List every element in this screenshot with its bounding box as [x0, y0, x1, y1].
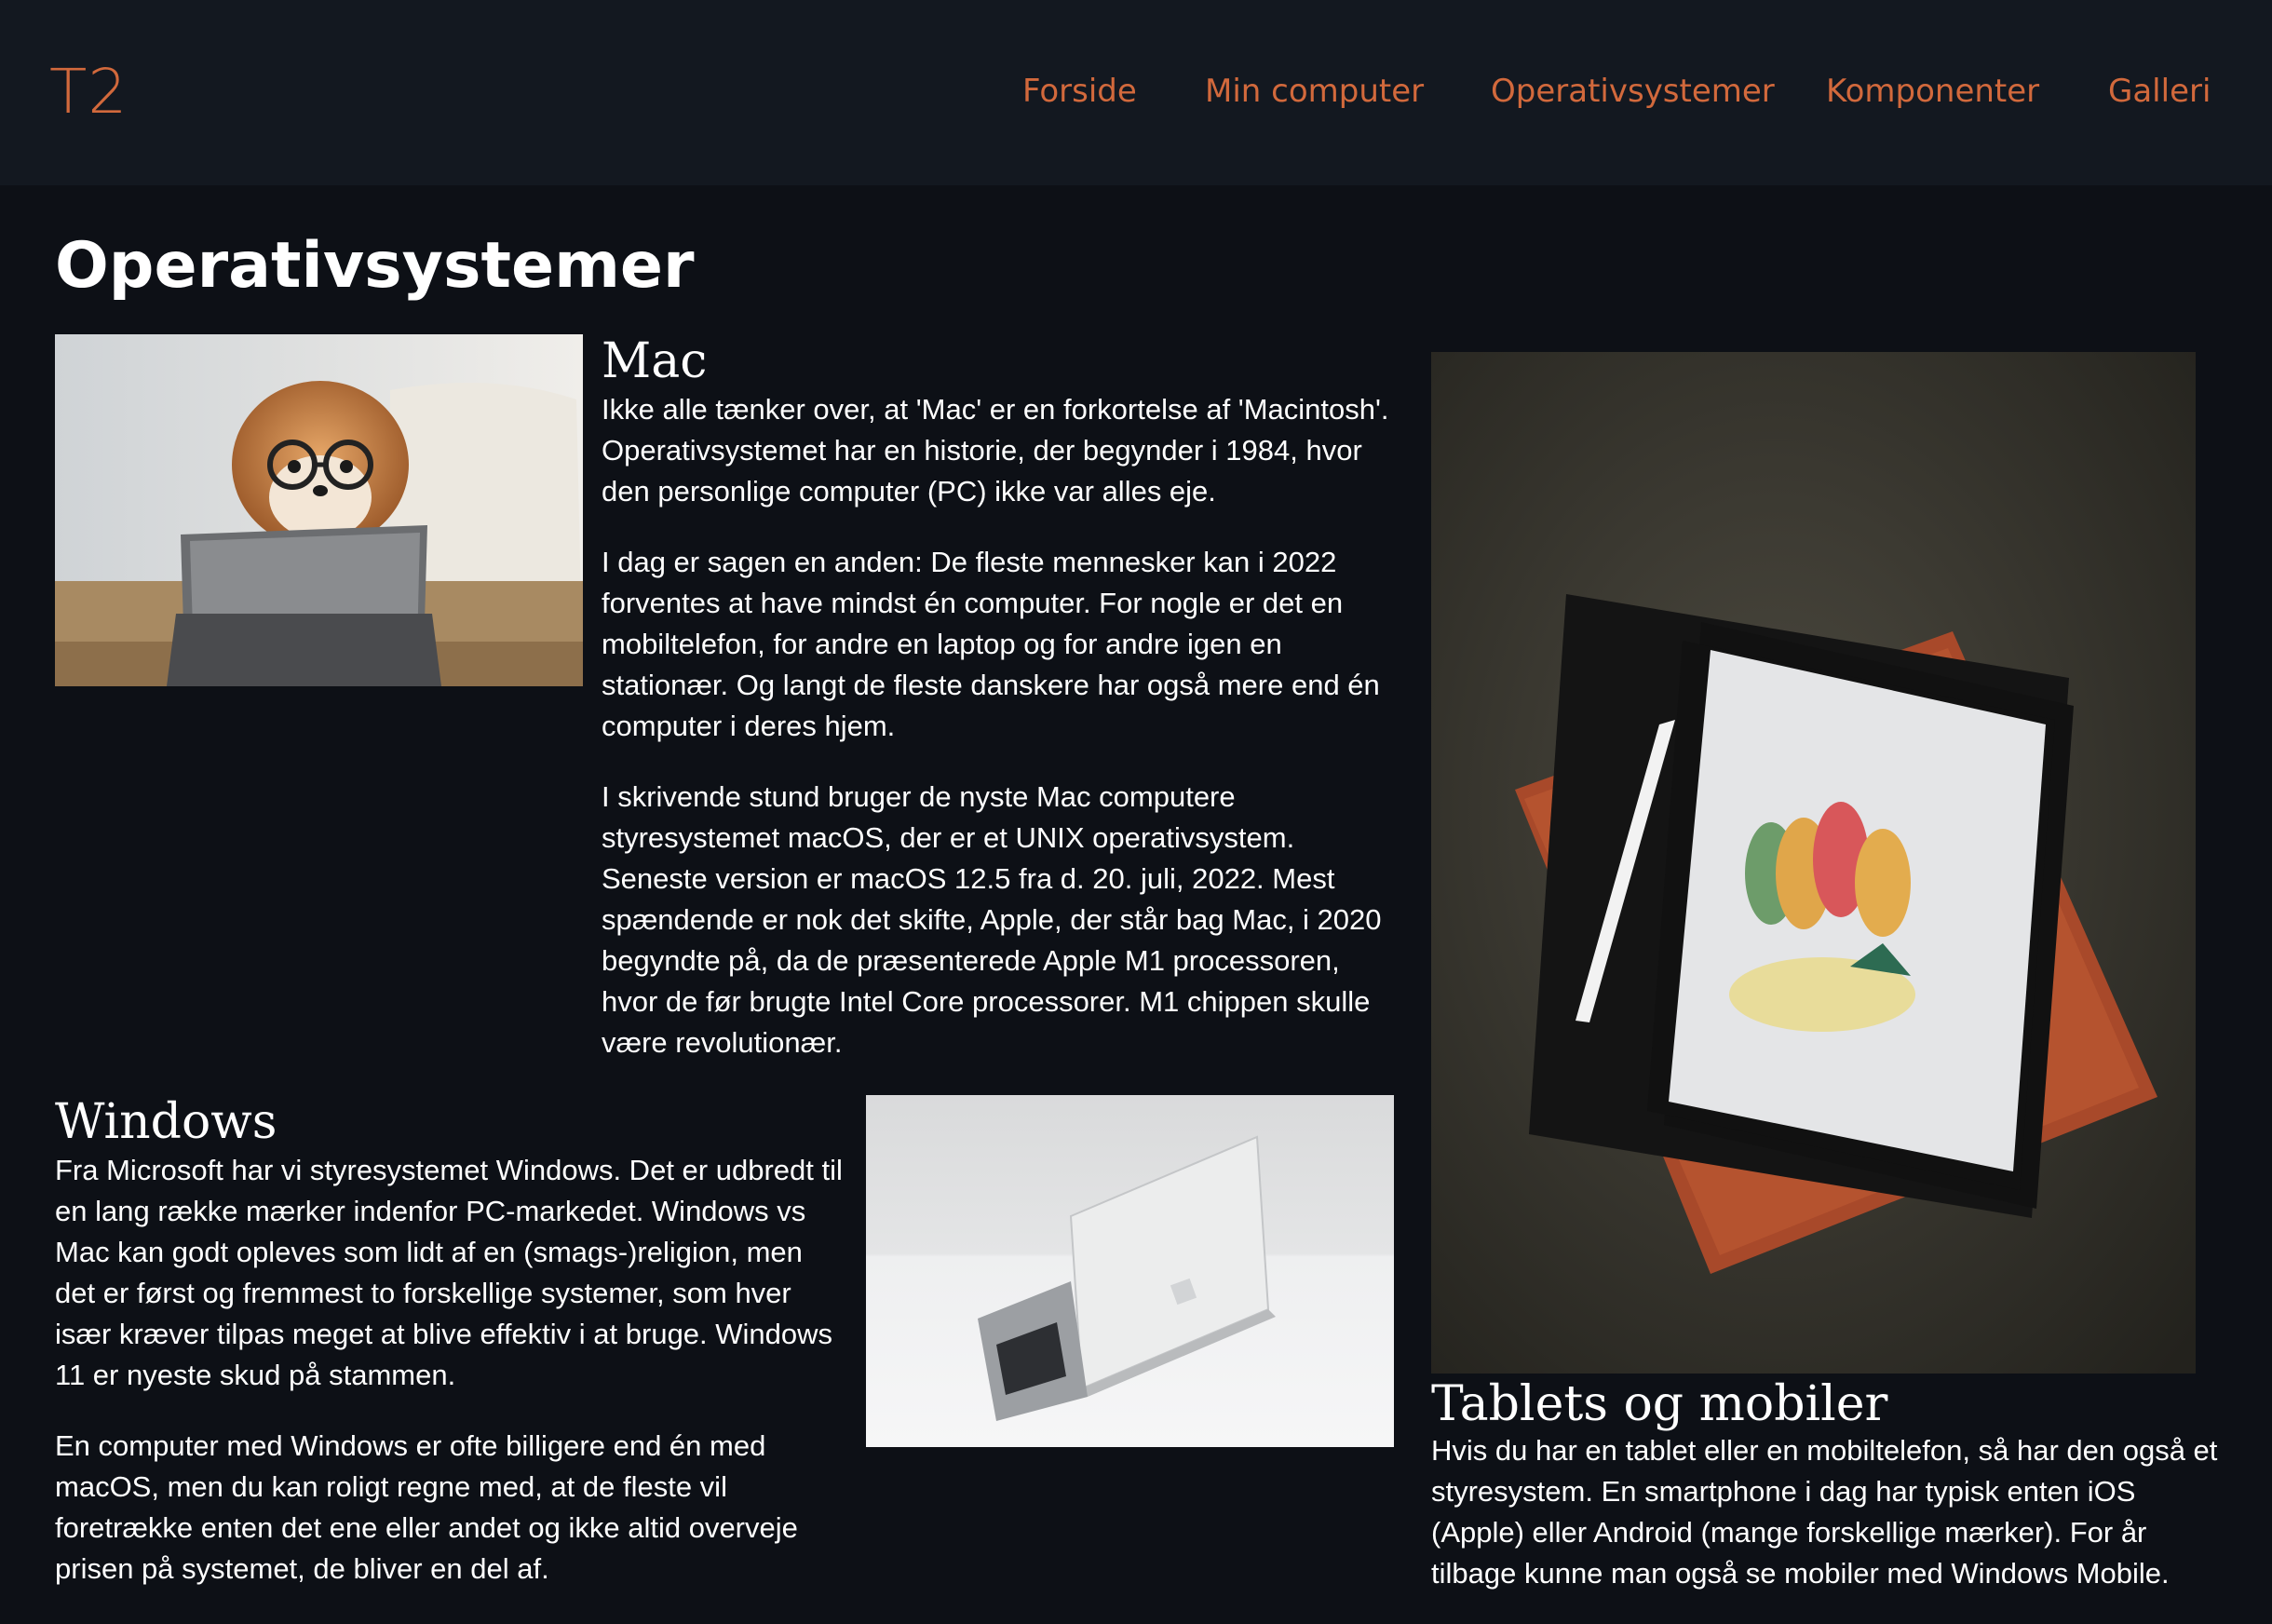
mac-text: Ikke alle tænker over, at 'Mac' er en fo… — [602, 389, 1393, 1093]
section-title-tablets: Tablets og mobiler — [1431, 1376, 1888, 1432]
mac-paragraph-1: Ikke alle tænker over, at 'Mac' er en fo… — [602, 393, 1389, 508]
page-title: Operativsystemer — [55, 229, 695, 303]
section-title-mac: Mac — [602, 333, 708, 389]
mac-paragraph-2: I dag er sagen en anden: De fleste menne… — [602, 546, 1380, 742]
nav-link-operativsystemer[interactable]: Operativsystemer — [1491, 73, 1775, 110]
mac-paragraph-3: I skrivende stund bruger de nyste Mac co… — [602, 780, 1382, 1059]
laptop-image — [866, 1095, 1394, 1447]
windows-text: Fra Microsoft har vi styresystemet Windo… — [55, 1150, 846, 1619]
tablets-text: Hvis du har en tablet eller en mobiltele… — [1431, 1430, 2223, 1624]
section-title-windows: Windows — [55, 1094, 277, 1150]
tablets-paragraph-1: Hvis du har en tablet eller en mobiltele… — [1431, 1434, 2218, 1590]
dog-with-tablet-image — [55, 334, 583, 686]
site-logo[interactable]: T2 — [49, 56, 128, 128]
tablet-image — [1431, 352, 2196, 1374]
windows-paragraph-1: Fra Microsoft har vi styresystemet Windo… — [55, 1154, 843, 1391]
windows-paragraph-2: En computer med Windows er ofte billiger… — [55, 1429, 798, 1585]
nav-link-min-computer[interactable]: Min computer — [1205, 73, 1424, 110]
nav-link-galleri[interactable]: Galleri — [2108, 73, 2211, 110]
top-navbar: T2 Forside Min computer Operativsystemer… — [0, 0, 2272, 185]
nav-link-komponenter[interactable]: Komponenter — [1826, 73, 2039, 110]
nav-link-forside[interactable]: Forside — [1022, 73, 1137, 110]
